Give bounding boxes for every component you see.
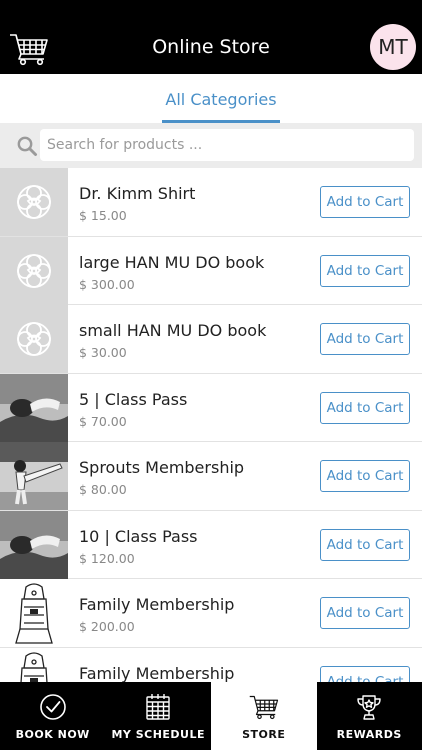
add-to-cart-button[interactable]: Add to Cart bbox=[320, 323, 410, 355]
product-name: Family Membership bbox=[79, 663, 235, 683]
nav-label: STORE bbox=[242, 728, 286, 741]
product-image bbox=[0, 647, 68, 682]
product-image bbox=[0, 168, 68, 236]
add-to-cart-button[interactable]: Add to Cart bbox=[320, 254, 410, 287]
nav-label: MY SCHEDULE bbox=[111, 728, 206, 741]
tab-all-categories[interactable]: All Categories bbox=[162, 90, 280, 123]
nav-store[interactable]: STORE bbox=[211, 682, 317, 750]
product-price: $ 200.00 bbox=[79, 619, 135, 634]
add-to-cart-button[interactable]: Add to Cart bbox=[320, 528, 410, 561]
product-image bbox=[0, 305, 68, 373]
product-name: small HAN MU DO book bbox=[79, 321, 267, 340]
nav-rewards[interactable]: REWARDS bbox=[317, 682, 422, 750]
product-name: Family Membership bbox=[79, 595, 235, 614]
list-item[interactable]: Sprouts Membership $ 80.00 Add to Cart bbox=[0, 442, 422, 511]
add-to-cart-button[interactable]: Add to Cart bbox=[320, 391, 410, 424]
product-list[interactable]: Dr. Kimm Shirt $ 15.00 Add to Cart large… bbox=[0, 168, 422, 682]
product-image bbox=[0, 510, 68, 579]
product-price: $ 300.00 bbox=[79, 276, 135, 292]
product-price: $ 80.00 bbox=[79, 482, 127, 497]
search-bar bbox=[0, 123, 422, 168]
product-name: Dr. Kimm Shirt bbox=[79, 184, 196, 203]
calendar-icon bbox=[146, 694, 170, 720]
nav-book-now[interactable]: BOOK NOW bbox=[0, 682, 106, 750]
page-title: Online Store bbox=[152, 36, 270, 58]
search-icon bbox=[17, 136, 37, 156]
product-image bbox=[0, 373, 68, 442]
add-to-cart-button[interactable]: Add to Cart bbox=[320, 597, 410, 629]
add-to-cart-button[interactable]: Add to Cart bbox=[320, 665, 410, 682]
product-name: large HAN MU DO book bbox=[79, 252, 265, 272]
category-tabs: All Categories bbox=[0, 74, 422, 123]
list-item[interactable]: 10 | Class Pass $ 120.00 Add to Cart bbox=[0, 510, 422, 579]
nav-label: BOOK NOW bbox=[15, 728, 90, 741]
list-item[interactable]: small HAN MU DO book $ 30.00 Add to Cart bbox=[0, 305, 422, 374]
product-price: $ 70.00 bbox=[79, 413, 127, 429]
product-image bbox=[0, 579, 68, 647]
avatar[interactable]: MT bbox=[370, 24, 416, 70]
product-image bbox=[0, 442, 68, 510]
list-item[interactable]: Family Membership Add to Cart bbox=[0, 647, 422, 683]
list-item[interactable]: 5 | Class Pass $ 70.00 Add to Cart bbox=[0, 373, 422, 442]
product-image bbox=[0, 236, 68, 305]
list-item[interactable]: Dr. Kimm Shirt $ 15.00 Add to Cart bbox=[0, 168, 422, 237]
add-to-cart-button[interactable]: Add to Cart bbox=[320, 460, 410, 492]
product-price: $ 30.00 bbox=[79, 345, 127, 360]
list-item[interactable]: large HAN MU DO book $ 300.00 Add to Car… bbox=[0, 236, 422, 305]
nav-label: REWARDS bbox=[336, 728, 402, 741]
product-name: Sprouts Membership bbox=[79, 458, 245, 477]
app-header: Online Store MT bbox=[0, 0, 422, 74]
product-price: $ 120.00 bbox=[79, 550, 135, 566]
trophy-icon bbox=[357, 695, 381, 720]
product-name: 5 | Class Pass bbox=[79, 389, 188, 409]
nav-my-schedule[interactable]: MY SCHEDULE bbox=[106, 682, 212, 750]
product-price: $ 15.00 bbox=[79, 208, 127, 223]
add-to-cart-button[interactable]: Add to Cart bbox=[320, 186, 410, 218]
search-input[interactable] bbox=[40, 129, 414, 161]
product-name: 10 | Class Pass bbox=[79, 526, 198, 546]
cart-icon bbox=[249, 695, 278, 720]
list-item[interactable]: Family Membership $ 200.00 Add to Cart bbox=[0, 579, 422, 648]
bottom-nav: BOOK NOW MY SCHEDULE STORE REWARDS bbox=[0, 682, 422, 750]
check-circle-icon bbox=[39, 694, 66, 720]
